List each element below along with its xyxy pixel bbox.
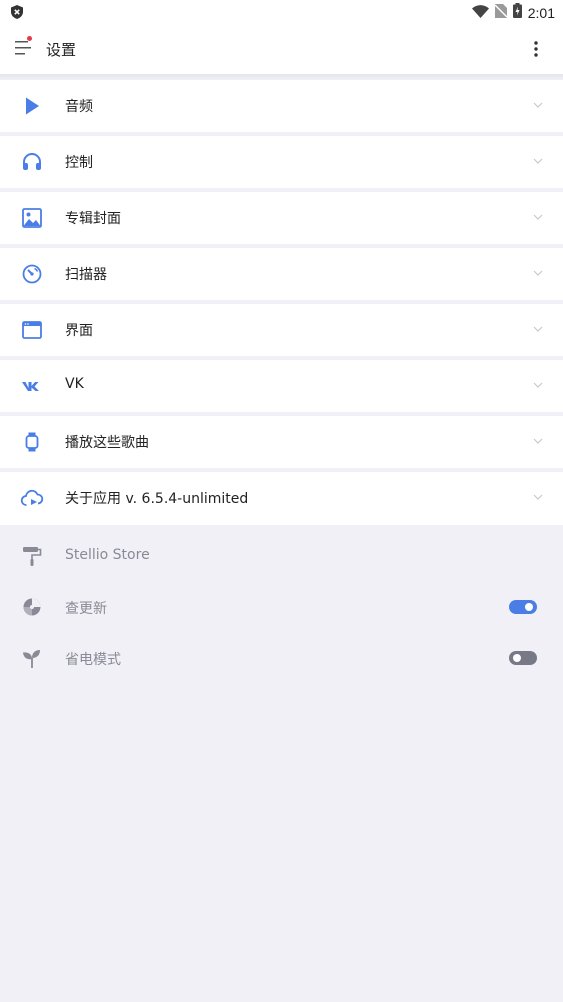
- no-sim-icon: [494, 3, 508, 22]
- settings-item-label: 界面: [65, 323, 93, 339]
- settings-item-label: 播放这些歌曲: [65, 435, 149, 451]
- settings-item-album-art[interactable]: 专辑封面: [0, 192, 563, 244]
- settings-item-audio[interactable]: 音频: [0, 80, 563, 132]
- app-bar: 设置: [0, 24, 563, 74]
- paint-roller-icon: [23, 547, 42, 566]
- info-cloud-icon: [20, 489, 44, 506]
- menu-button[interactable]: [12, 36, 34, 58]
- settings-item-scanner[interactable]: 扫描器: [0, 248, 563, 300]
- gauge-icon: [22, 264, 42, 284]
- stellio-store-label: Stellio Store: [65, 547, 150, 563]
- power-saving-label: 省电模式: [65, 652, 121, 668]
- settings-item-interface[interactable]: 界面: [0, 304, 563, 356]
- chevron-down-icon: [533, 214, 543, 220]
- power-saving-item[interactable]: 省电模式: [0, 633, 563, 684]
- headphones-icon: [23, 153, 41, 170]
- settings-item-label: VK: [65, 376, 84, 392]
- settings-item-label: 专辑封面: [65, 211, 121, 227]
- check-updates-toggle[interactable]: [509, 600, 537, 614]
- toggle-knob: [513, 654, 521, 662]
- vk-icon: [22, 382, 39, 391]
- status-bar: 2:01: [0, 0, 563, 24]
- vpn-shield-icon: [11, 4, 23, 23]
- settings-item-vk[interactable]: VK: [0, 360, 563, 412]
- update-icon: [23, 598, 41, 616]
- chevron-down-icon: [533, 158, 543, 164]
- toggle-knob: [525, 603, 533, 611]
- settings-item-label: 关于应用 v. 6.5.4-unlimited: [65, 491, 249, 507]
- more-options-button[interactable]: [533, 40, 539, 58]
- stellio-store-item[interactable]: Stellio Store: [0, 531, 563, 582]
- settings-item-label: 扫描器: [65, 267, 107, 283]
- battery-charging-icon: [512, 3, 522, 22]
- more-vert-icon: [534, 41, 538, 57]
- check-updates-item[interactable]: 查更新: [0, 582, 563, 633]
- chevron-down-icon: [533, 326, 543, 332]
- image-icon: [22, 208, 42, 228]
- chevron-down-icon: [533, 494, 543, 500]
- chevron-down-icon: [533, 270, 543, 276]
- play-icon: [26, 97, 39, 115]
- chevron-down-icon: [533, 382, 543, 388]
- chevron-down-icon: [533, 102, 543, 108]
- window-icon: [22, 321, 42, 339]
- settings-item-play-songs[interactable]: 播放这些歌曲: [0, 416, 563, 468]
- chevron-down-icon: [533, 438, 543, 444]
- wifi-icon: [471, 3, 489, 22]
- page-title: 设置: [46, 41, 77, 59]
- settings-item-label: 控制: [65, 155, 93, 171]
- settings-list: 音频 控制 专辑封面 扫描器 界面 VK 播放这些歌曲 关于应用 v. 6.5.…: [0, 80, 563, 525]
- power-saving-toggle[interactable]: [509, 651, 537, 665]
- clock: 2:01: [527, 4, 555, 21]
- leaf-icon: [23, 650, 40, 668]
- settings-item-controls[interactable]: 控制: [0, 136, 563, 188]
- smartwatch-icon: [25, 432, 39, 452]
- settings-item-about[interactable]: 关于应用 v. 6.5.4-unlimited: [0, 472, 563, 525]
- settings-item-label: 音频: [65, 99, 93, 115]
- notification-dot: [27, 36, 32, 41]
- check-updates-label: 查更新: [65, 601, 107, 617]
- hamburger-icon: [15, 41, 31, 55]
